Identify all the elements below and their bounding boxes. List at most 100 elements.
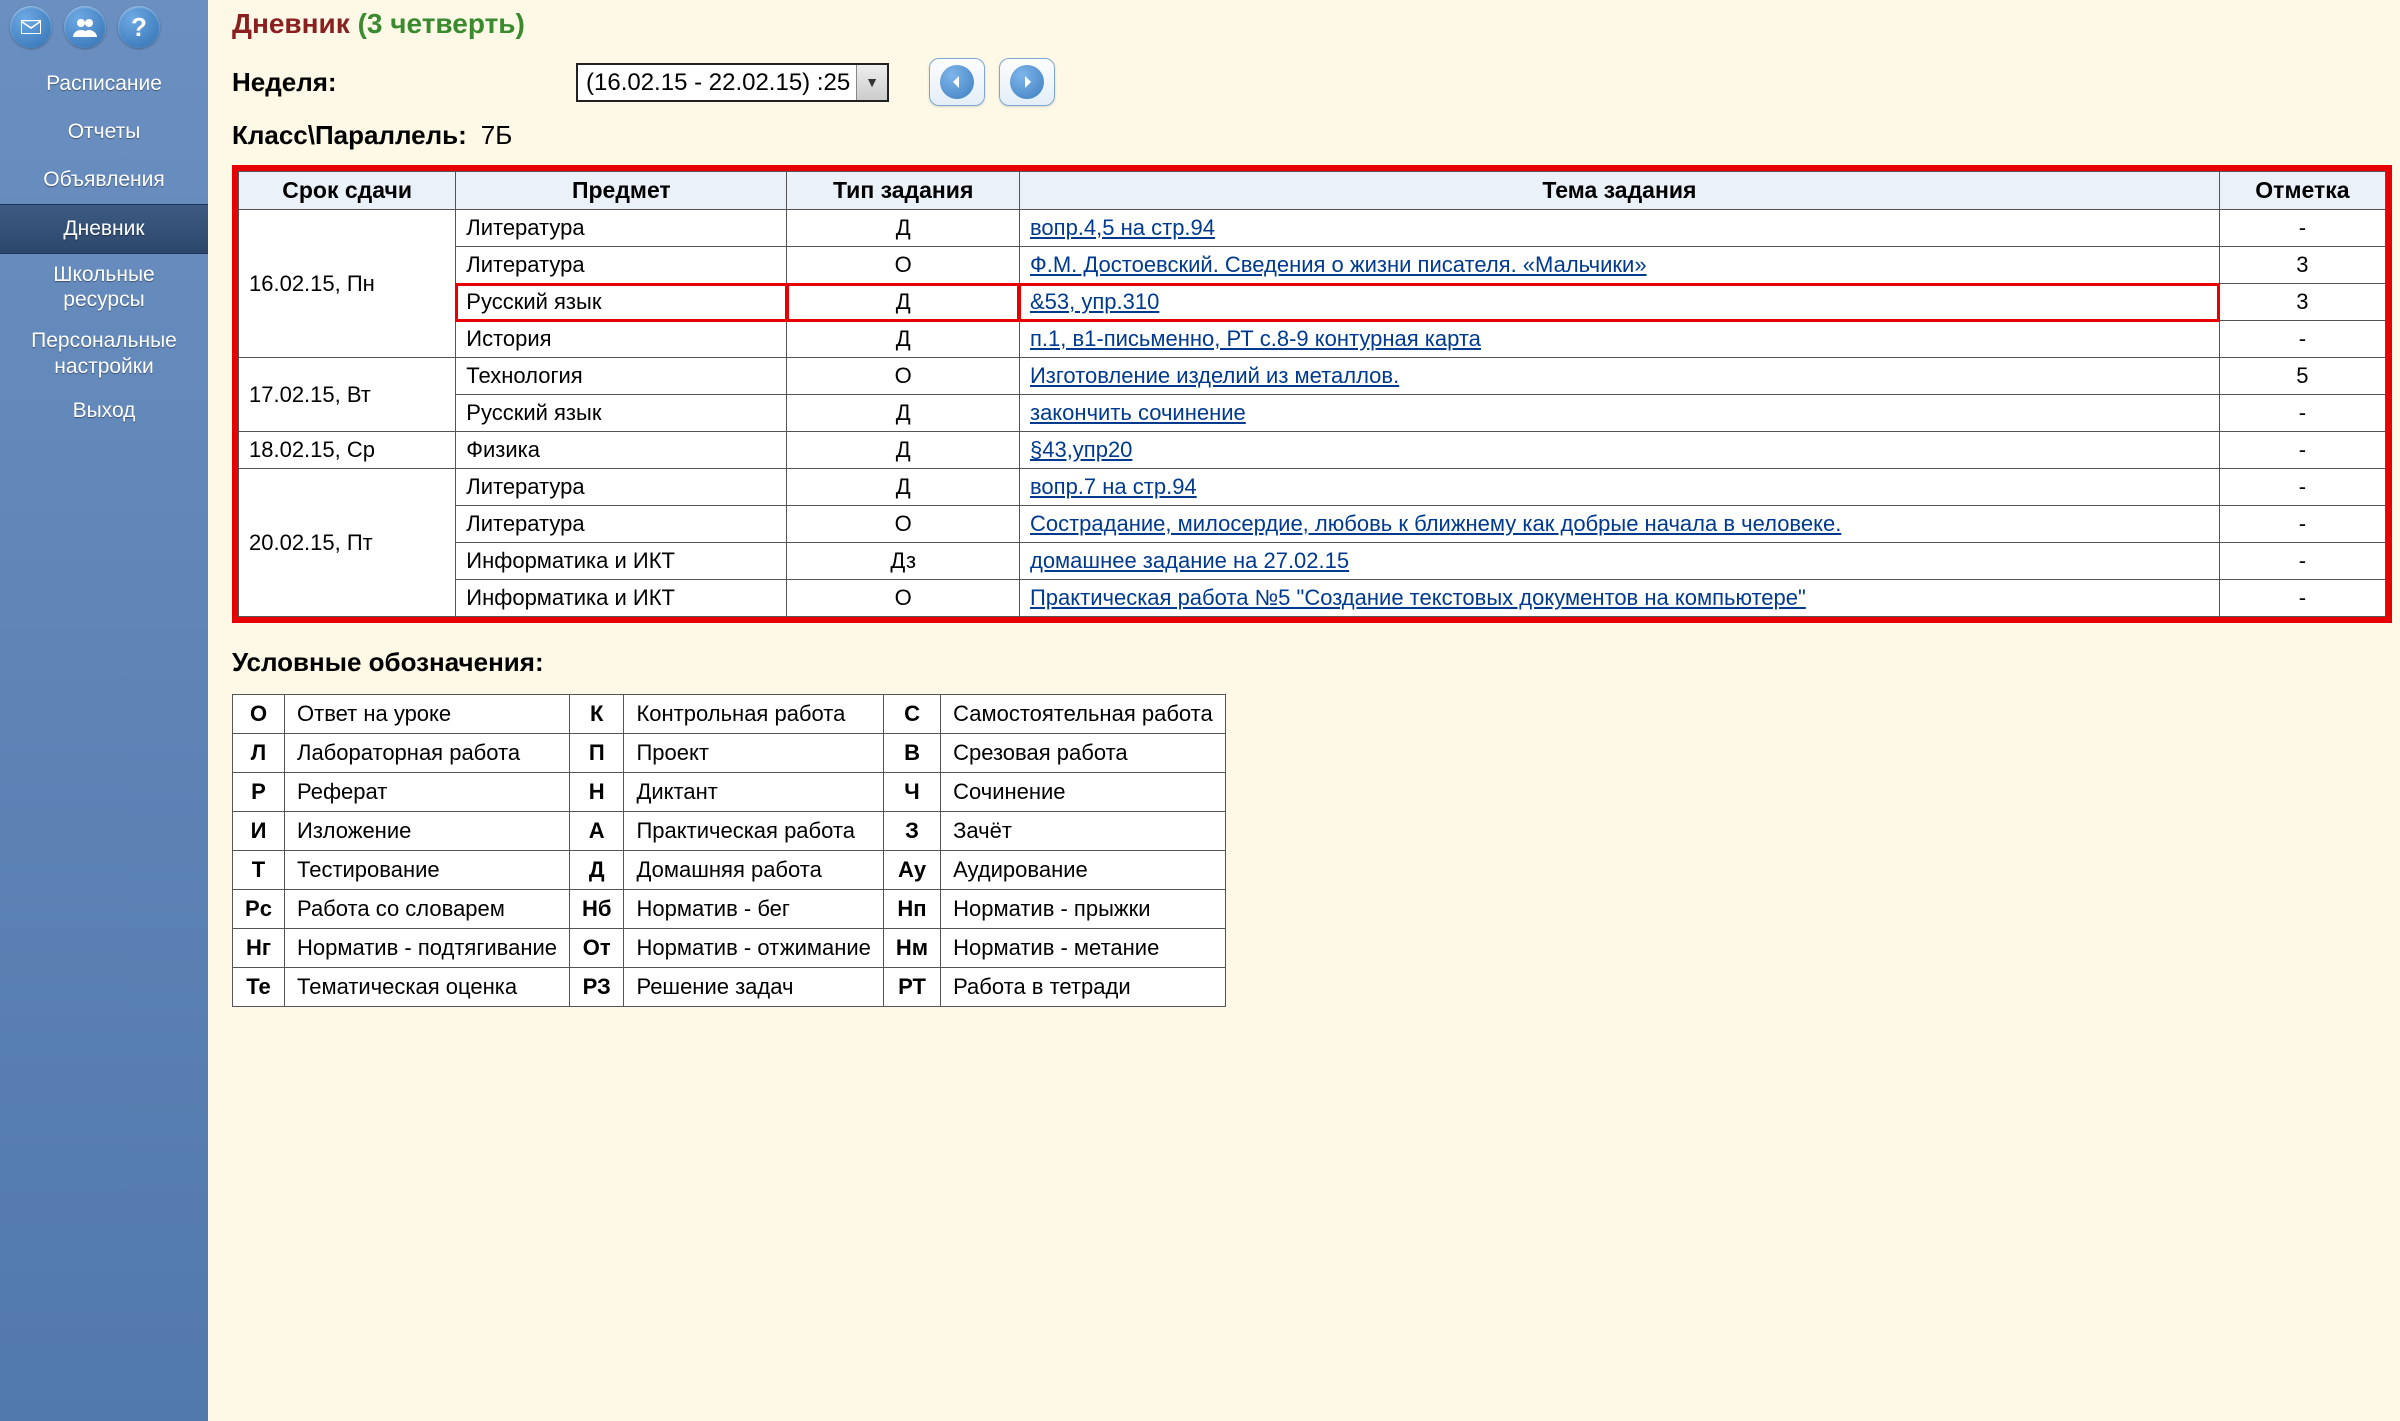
type-cell: Д (787, 284, 1020, 321)
type-cell: О (787, 580, 1020, 617)
legend-code: Нг (233, 929, 285, 968)
type-cell: Дз (787, 543, 1020, 580)
table-row: 16.02.15, ПнЛитератураДвопр.4,5 на стр.9… (239, 210, 2386, 247)
topic-link[interactable]: Изготовление изделий из металлов. (1030, 363, 1399, 388)
legend-code: Рс (233, 890, 285, 929)
legend-code: К (570, 695, 624, 734)
mark-cell: - (2219, 580, 2385, 617)
table-row: ЛитератураОФ.М. Достоевский. Сведения о … (239, 247, 2386, 284)
page-title: Дневник (3 четверть) (232, 8, 2392, 40)
legend-row: НгНорматив - подтягиваниеОтНорматив - от… (233, 929, 1226, 968)
legend-code: Ау (883, 851, 940, 890)
legend-code: РТ (883, 968, 940, 1007)
sidebar: ? РасписаниеОтчетыОбъявленияДневникШколь… (0, 0, 208, 1421)
diary-table: Срок сдачи Предмет Тип задания Тема зада… (238, 171, 2386, 617)
help-icon[interactable]: ? (118, 6, 160, 48)
topic-cell: Изготовление изделий из металлов. (1019, 358, 2219, 395)
sidebar-item-4[interactable]: Школьныересурсы (0, 254, 208, 320)
type-cell: О (787, 247, 1020, 284)
main-nav: РасписаниеОтчетыОбъявленияДневникШкольны… (0, 60, 208, 435)
topic-link[interactable]: домашнее задание на 27.02.15 (1030, 548, 1349, 573)
mark-cell: - (2219, 506, 2385, 543)
topic-cell: §43,упр20 (1019, 432, 2219, 469)
table-row: Русский языкД&53, упр.3103 (239, 284, 2386, 321)
topic-link[interactable]: §43,упр20 (1030, 437, 1132, 462)
class-row-fixed: Класс\Параллель: 7Б (232, 120, 2392, 151)
topic-cell: вопр.7 на стр.94 (1019, 469, 2219, 506)
topic-cell: Ф.М. Достоевский. Сведения о жизни писат… (1019, 247, 2219, 284)
topic-cell: Сострадание, милосердие, любовь к ближне… (1019, 506, 2219, 543)
subject-cell: Русский язык (456, 395, 787, 432)
legend-code: РЗ (570, 968, 624, 1007)
legend-code: И (233, 812, 285, 851)
topic-link[interactable]: закончить сочинение (1030, 400, 1246, 425)
mark-cell: - (2219, 469, 2385, 506)
subject-cell: Литература (456, 506, 787, 543)
legend-row: ИИзложениеАПрактическая работаЗЗачёт (233, 812, 1226, 851)
legend-code: Нп (883, 890, 940, 929)
topic-link[interactable]: Сострадание, милосердие, любовь к ближне… (1030, 511, 1841, 536)
sidebar-item-5[interactable]: Персональныенастройки (0, 320, 208, 386)
week-select[interactable]: (16.02.15 - 22.02.15) :25 (578, 65, 887, 100)
sidebar-item-3[interactable]: Дневник (0, 204, 208, 254)
sidebar-item-0[interactable]: Расписание (0, 60, 208, 108)
sidebar-item-2[interactable]: Объявления (0, 156, 208, 204)
topic-link[interactable]: вопр.7 на стр.94 (1030, 474, 1197, 499)
main-content: Дневник (3 четверть) Неделя: (16.02.15 -… (208, 0, 2400, 1421)
users-icon[interactable] (64, 6, 106, 48)
legend-row: РсРабота со словаремНбНорматив - бегНпНо… (233, 890, 1226, 929)
topic-link[interactable]: Ф.М. Достоевский. Сведения о жизни писат… (1030, 252, 1647, 277)
legend-name: Норматив - отжимание (624, 929, 883, 968)
legend-name: Решение задач (624, 968, 883, 1007)
legend-code: Д (570, 851, 624, 890)
mark-cell: - (2219, 210, 2385, 247)
legend-code: З (883, 812, 940, 851)
sidebar-item-1[interactable]: Отчеты (0, 108, 208, 156)
legend-name: Ответ на уроке (285, 695, 570, 734)
date-cell: 17.02.15, Вт (239, 358, 456, 432)
legend-code: О (233, 695, 285, 734)
subject-cell: Информатика и ИКТ (456, 543, 787, 580)
legend-table: ООтвет на урокеККонтрольная работаССамос… (232, 694, 1226, 1007)
week-label: Неделя: (232, 67, 562, 98)
subject-cell: История (456, 321, 787, 358)
legend-name: Норматив - бег (624, 890, 883, 929)
col-due: Срок сдачи (239, 172, 456, 210)
topic-cell: домашнее задание на 27.02.15 (1019, 543, 2219, 580)
prev-week-button[interactable] (929, 58, 985, 106)
topic-link[interactable]: п.1, в1-письменно, РТ с.8-9 контурная ка… (1030, 326, 1481, 351)
legend-code: Р (233, 773, 285, 812)
topic-link[interactable]: Практическая работа №5 "Создание текстов… (1030, 585, 1806, 610)
legend-name: Домашняя работа (624, 851, 883, 890)
table-row: Информатика и ИКТОПрактическая работа №5… (239, 580, 2386, 617)
mark-cell: 5 (2219, 358, 2385, 395)
arrow-right-icon (1010, 65, 1044, 99)
legend-name: Норматив - метание (941, 929, 1226, 968)
week-select-wrap: (16.02.15 - 22.02.15) :25 (576, 63, 889, 102)
sidebar-item-6[interactable]: Выход (0, 387, 208, 435)
legend-name: Изложение (285, 812, 570, 851)
table-row: ИсторияДп.1, в1-письменно, РТ с.8-9 конт… (239, 321, 2386, 358)
diary-highlight-frame: Срок сдачи Предмет Тип задания Тема зада… (232, 165, 2392, 623)
subject-cell: Русский язык (456, 284, 787, 321)
legend-row: ТТестированиеДДомашняя работаАуАудирован… (233, 851, 1226, 890)
legend-name: Реферат (285, 773, 570, 812)
next-week-button[interactable] (999, 58, 1055, 106)
legend-name: Норматив - подтягивание (285, 929, 570, 968)
legend-code: А (570, 812, 624, 851)
legend-code: Л (233, 734, 285, 773)
topic-link[interactable]: вопр.4,5 на стр.94 (1030, 215, 1215, 240)
type-cell: О (787, 506, 1020, 543)
legend-name: Сочинение (941, 773, 1226, 812)
title-quarter: (3 четверть) (358, 8, 525, 39)
topic-link[interactable]: &53, упр.310 (1030, 289, 1159, 314)
topic-cell: Практическая работа №5 "Создание текстов… (1019, 580, 2219, 617)
legend-code: Т (233, 851, 285, 890)
table-row: 20.02.15, ПтЛитератураДвопр.7 на стр.94- (239, 469, 2386, 506)
legend-code: Нм (883, 929, 940, 968)
legend-name: Зачёт (941, 812, 1226, 851)
legend-name: Срезовая работа (941, 734, 1226, 773)
mail-icon[interactable] (10, 6, 52, 48)
legend-name: Работа со словарем (285, 890, 570, 929)
legend-row: РРефератНДиктантЧСочинение (233, 773, 1226, 812)
